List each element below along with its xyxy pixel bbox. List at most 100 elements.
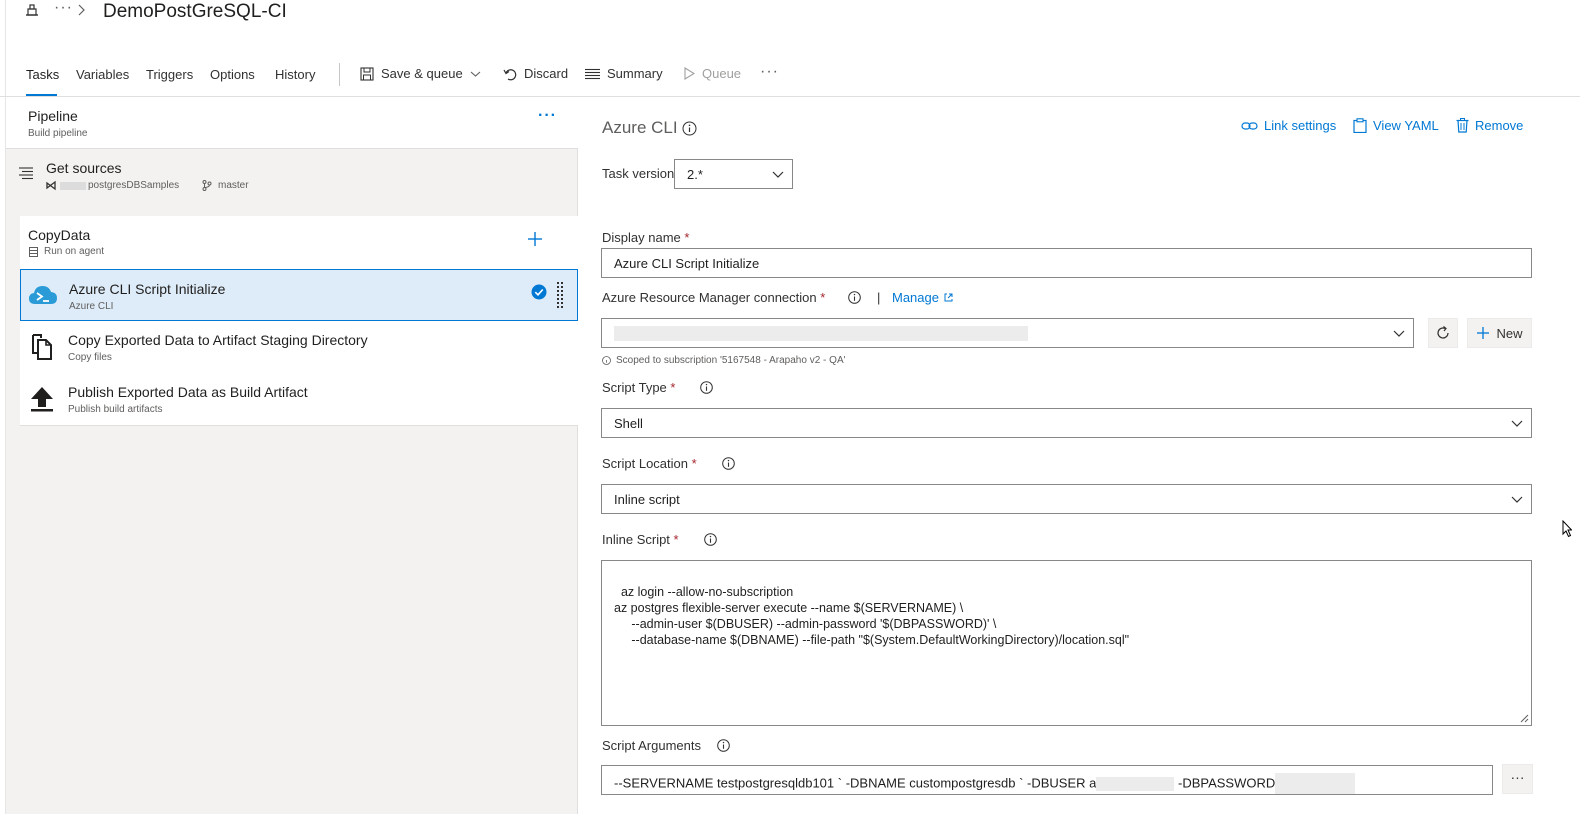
script-type-label: Script Type * — [602, 380, 676, 395]
page-title: DemoPostGreSQL-CI — [103, 1, 287, 22]
resize-handle-icon[interactable] — [1519, 713, 1529, 723]
new-connection-button[interactable]: New — [1467, 318, 1532, 348]
remove-label: Remove — [1475, 118, 1524, 133]
refresh-button[interactable] — [1428, 318, 1458, 348]
manage-label: Manage — [892, 290, 939, 305]
sources-icon — [19, 167, 33, 180]
script-arguments-part2: -DBPASSWORD — [1178, 775, 1276, 791]
summary-button[interactable]: Summary — [585, 66, 663, 81]
manage-link[interactable]: Manage — [892, 290, 953, 305]
get-sources-item[interactable]: Get sources postgresDBSamples master — [6, 149, 578, 209]
info-icon[interactable] — [700, 381, 713, 394]
active-tab-indicator — [26, 94, 57, 96]
agent-job: CopyData Run on agent Azure CLI Script I… — [20, 216, 578, 426]
plus-icon — [1477, 327, 1490, 339]
tab-history[interactable]: History — [275, 67, 315, 82]
script-location-dropdown[interactable]: Inline script — [601, 484, 1532, 514]
task-name: Publish Exported Data as Build Artifact — [68, 384, 308, 400]
copy-files-icon — [32, 334, 52, 360]
tab-variables[interactable]: Variables — [76, 67, 129, 82]
repo-name: postgresDBSamples — [88, 180, 180, 191]
toolbar-more-button[interactable]: ··· — [760, 63, 779, 81]
chevron-right-icon — [78, 4, 85, 16]
task-version-label: Task version — [602, 166, 675, 181]
script-arguments-label: Script Arguments — [602, 738, 701, 753]
pipeline-header[interactable]: Pipeline Build pipeline ··· — [6, 97, 578, 149]
info-icon — [602, 356, 611, 365]
undo-icon — [503, 68, 517, 80]
info-icon[interactable] — [848, 291, 861, 304]
info-icon[interactable] — [682, 121, 697, 136]
redacted-org — [60, 182, 86, 190]
scoped-text: Scoped to subscription '5167548 - Arapah… — [616, 355, 846, 366]
inline-script-label: Inline Script * — [602, 532, 679, 547]
chevron-down-icon — [1511, 420, 1523, 427]
info-icon[interactable] — [704, 533, 717, 546]
redacted-password — [1275, 773, 1356, 794]
save-icon — [360, 66, 374, 81]
link-settings-button[interactable]: Link settings — [1241, 118, 1336, 133]
play-icon — [684, 67, 695, 80]
task-item-publish-artifacts[interactable]: Publish Exported Data as Build Artifact … — [20, 373, 578, 425]
redacted-connection — [614, 326, 1028, 341]
inline-script-content: az login --allow-no-subscription az post… — [614, 585, 1130, 647]
discard-label: Discard — [524, 66, 569, 81]
view-yaml-button[interactable]: View YAML — [1353, 118, 1439, 133]
display-name-input[interactable]: Azure CLI Script Initialize — [601, 248, 1532, 278]
save-queue-button[interactable]: Save & queue — [360, 66, 481, 81]
task-subtitle: Azure CLI — [69, 301, 114, 312]
chevron-down-icon[interactable] — [470, 70, 481, 78]
inline-script-textarea[interactable]: az login --allow-no-subscription az post… — [601, 560, 1532, 726]
azure-cli-cloud-icon — [29, 286, 57, 304]
save-queue-label: Save & queue — [381, 66, 463, 81]
script-location-value: Inline script — [614, 492, 680, 507]
script-type-dropdown[interactable]: Shell — [601, 408, 1532, 438]
job-subtitle: Run on agent — [44, 246, 105, 257]
info-icon[interactable] — [722, 457, 735, 470]
add-task-icon[interactable] — [527, 231, 543, 247]
chevron-down-icon — [1393, 330, 1405, 337]
display-name-value: Azure CLI Script Initialize — [614, 256, 760, 271]
breadcrumb-more[interactable]: ··· — [54, 0, 73, 17]
queue-label: Queue — [702, 66, 742, 81]
pipeline-panel: Pipeline Build pipeline ··· Get sources … — [6, 97, 578, 814]
summary-label: Summary — [607, 66, 663, 81]
branch-name: master — [218, 180, 249, 191]
agent-icon — [29, 247, 38, 257]
scoped-note: Scoped to subscription '5167548 - Arapah… — [602, 355, 846, 366]
task-item-copy-files[interactable]: Copy Exported Data to Artifact Staging D… — [20, 321, 578, 373]
task-item-azure-cli[interactable]: Azure CLI Script Initialize Azure CLI — [20, 269, 578, 321]
get-sources-title: Get sources — [46, 160, 122, 176]
pipeline-subtitle: Build pipeline — [28, 128, 88, 139]
mouse-cursor-icon — [1562, 520, 1572, 538]
checkmark-enabled-icon[interactable] — [531, 284, 547, 300]
queue-button[interactable]: Queue — [684, 66, 741, 81]
pipeline-more-button[interactable]: ··· — [538, 107, 557, 125]
script-arguments-more-button[interactable]: ··· — [1502, 764, 1533, 794]
remove-task-button[interactable]: Remove — [1456, 118, 1523, 133]
task-version-value: 2.* — [687, 167, 703, 182]
discard-button[interactable]: Discard — [503, 66, 568, 81]
new-label: New — [1496, 325, 1523, 341]
tab-triggers[interactable]: Triggers — [146, 67, 193, 82]
external-link-icon — [944, 293, 953, 302]
display-name-label: Display name * — [602, 230, 690, 245]
trash-icon — [1456, 118, 1469, 133]
task-detail-title: Azure CLI — [602, 118, 678, 137]
branch-icon — [202, 180, 212, 191]
build-pipeline-icon[interactable] — [25, 3, 39, 17]
tab-options[interactable]: Options — [210, 67, 255, 82]
separator: | — [877, 290, 881, 305]
info-icon[interactable] — [717, 739, 730, 752]
job-title[interactable]: CopyData — [28, 227, 90, 243]
refresh-icon — [1437, 326, 1449, 339]
tab-tasks[interactable]: Tasks — [26, 67, 59, 82]
drag-handle-icon[interactable] — [557, 282, 563, 308]
script-arguments-input[interactable]: --SERVERNAME testpostgresqldb101 ` -DBNA… — [601, 765, 1493, 795]
task-version-dropdown[interactable]: 2.* — [674, 159, 793, 189]
task-name: Copy Exported Data to Artifact Staging D… — [68, 332, 368, 348]
clipboard-icon — [1353, 118, 1367, 133]
arm-connection-dropdown[interactable] — [601, 318, 1414, 348]
chevron-down-icon — [772, 171, 784, 178]
link-icon — [1241, 121, 1258, 130]
